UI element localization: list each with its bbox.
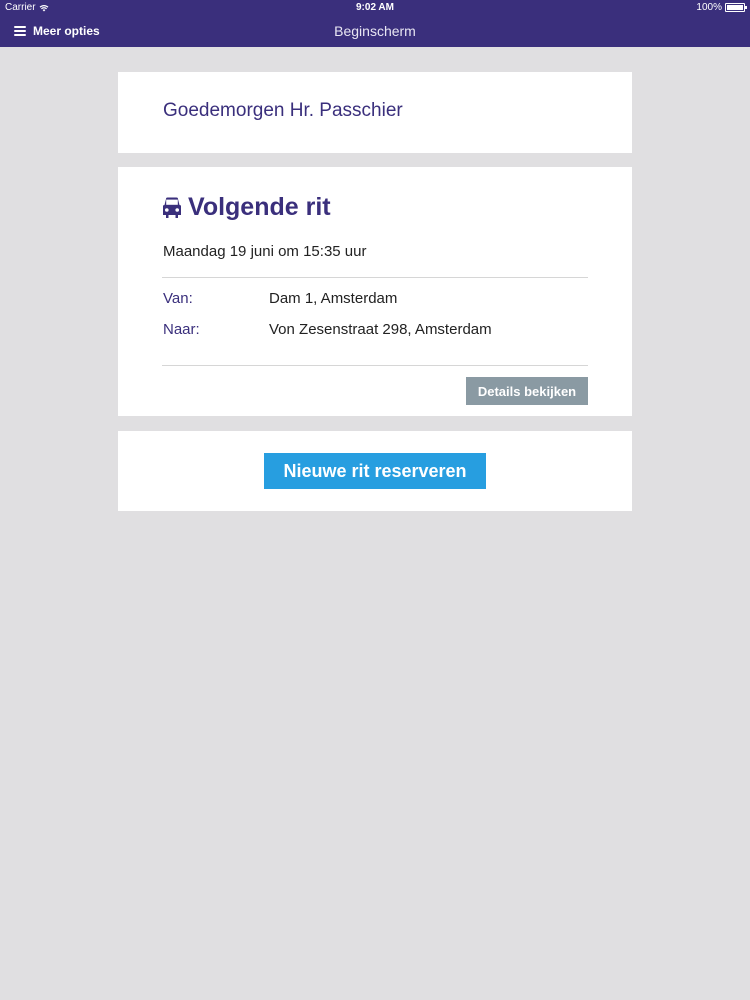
view-details-button[interactable]: Details bekijken <box>466 377 588 405</box>
next-ride-header: Volgende rit <box>162 193 331 222</box>
battery-icon <box>725 3 747 12</box>
reserve-card: Nieuwe rit reserveren <box>118 431 632 511</box>
from-label: Van: <box>163 290 193 307</box>
greeting-text: Goedemorgen Hr. Passchier <box>163 100 403 121</box>
greeting-card: Goedemorgen Hr. Passchier <box>118 72 632 153</box>
clock: 9:02 AM <box>356 2 394 13</box>
to-address: Von Zesenstraat 298, Amsterdam <box>269 321 492 338</box>
from-address: Dam 1, Amsterdam <box>269 290 398 307</box>
battery-percentage: 100% <box>696 2 722 13</box>
reserve-new-ride-button[interactable]: Nieuwe rit reserveren <box>264 453 486 489</box>
car-icon <box>163 197 181 218</box>
status-bar: Carrier 9:02 AM 100% <box>0 0 750 15</box>
next-ride-card: Volgende rit Maandag 19 juni om 15:35 uu… <box>118 167 632 416</box>
divider <box>162 365 588 366</box>
divider <box>162 277 588 278</box>
next-ride-title: Volgende rit <box>188 193 331 221</box>
ride-date: Maandag 19 juni om 15:35 uur <box>163 243 367 260</box>
to-label: Naar: <box>163 321 200 338</box>
page-title: Beginscherm <box>334 23 416 39</box>
battery-indicator: 100% <box>696 2 747 13</box>
navigation-bar: Meer opties Beginscherm <box>0 15 750 47</box>
